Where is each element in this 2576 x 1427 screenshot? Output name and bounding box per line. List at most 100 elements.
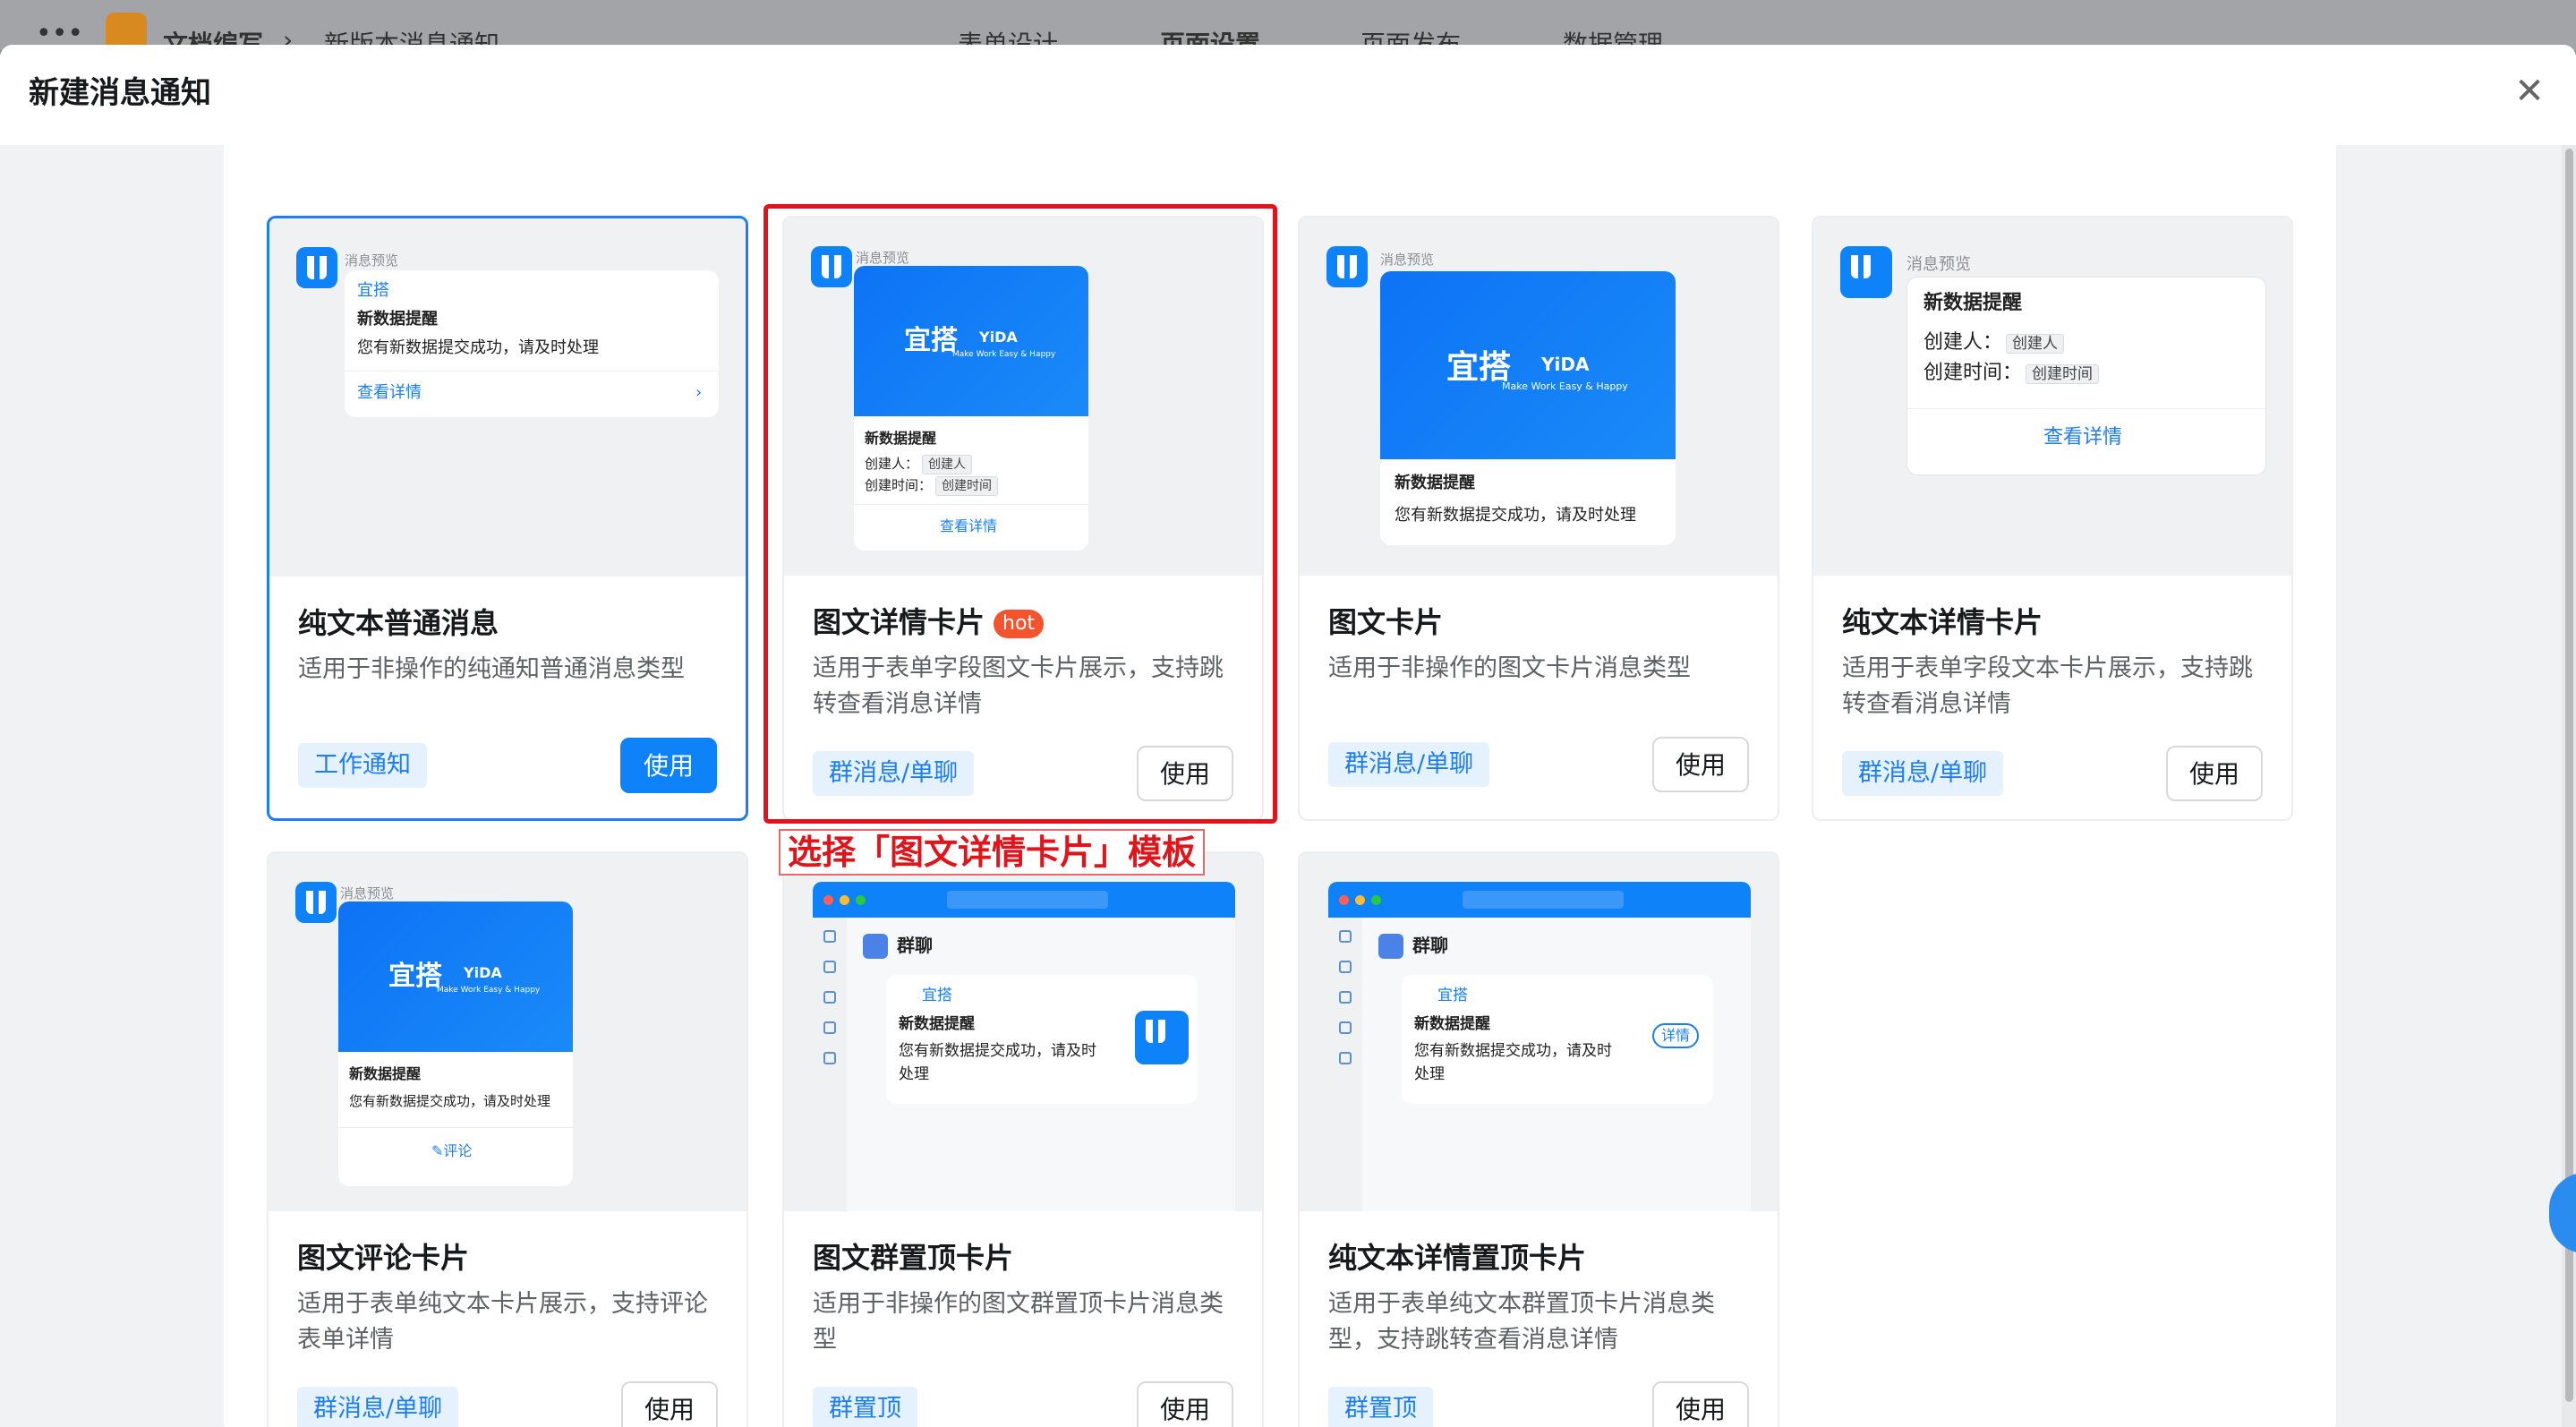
template-card-plain-text[interactable]: 消息预览 宜搭 新数据提醒 您有新数据提交成功，请及时处理 查看详情 › 纯文本…: [267, 216, 748, 821]
card-tag: 群消息/单聊: [1842, 751, 2004, 796]
window-titlebar: [1328, 882, 1751, 918]
card-tag: 群置顶: [1328, 1387, 1433, 1427]
template-card-text-detail-pin[interactable]: 群聊 宜搭 新数据提醒 您有新数据提交成功，请及时 处理 详情 纯文本详情置顶卡…: [1298, 851, 1779, 1427]
preview-msg-body: 您有新数据提交成功，请及时处理: [349, 1093, 551, 1109]
preview-msg-title: 新数据提醒: [1395, 474, 1475, 492]
banner-slogan: Make Work Easy & Happy: [437, 986, 541, 995]
card-desc: 适用于非操作的纯通知普通消息类型: [298, 655, 685, 683]
banner-brand-en: YiDA: [464, 964, 502, 981]
use-button[interactable]: 使用: [1652, 737, 1749, 792]
template-panel: 消息预览 宜搭 新数据提醒 您有新数据提交成功，请及时处理 查看详情 › 纯文本…: [224, 128, 2336, 1427]
search-icon: [947, 891, 1108, 909]
yida-logo-icon: [1326, 246, 1368, 287]
preview-msg-title: 新数据提醒: [349, 1065, 422, 1082]
preview-label: 消息预览: [1380, 252, 1435, 268]
preview-msg-body: 您有新数据提交成功，请及时处理: [357, 338, 599, 357]
preview-brand: 宜搭: [922, 987, 952, 1004]
template-card-image-comment[interactable]: 消息预览 宜搭 YiDA Make Work Easy & Happy 新数据提…: [267, 851, 748, 1427]
use-button[interactable]: 使用: [1652, 1381, 1749, 1427]
card-title: 纯文本详情置顶卡片: [1328, 1241, 1587, 1275]
preview-msg-title: 新数据提醒: [899, 1015, 975, 1033]
yida-banner: 宜搭 YiDA Make Work Easy & Happy: [1380, 271, 1676, 459]
use-button[interactable]: 使用: [2166, 746, 2263, 801]
group-avatar-icon: [863, 934, 888, 959]
preview-message-card: 宜搭 新数据提醒 您有新数据提交成功，请及时处理 查看详情 ›: [345, 270, 719, 417]
time-label: 创建时间：: [1923, 362, 2023, 384]
preview-label: 消息预览: [345, 252, 399, 269]
preview-message-card: 新数据提醒 创建人： 创建人 创建时间： 创建时间 查看详情: [1906, 277, 2266, 475]
preview-view-detail: 查看详情: [357, 383, 422, 402]
preview-chat-window: 群聊 宜搭 新数据提醒 您有新数据提交成功，请及时 处理: [813, 882, 1235, 1211]
card-title: 纯文本详情卡片: [1842, 605, 2043, 639]
card-preview: 消息预览 新数据提醒 创建人： 创建人 创建时间： 创建时间 查看详情: [1813, 218, 2291, 576]
preview-msg-title: 新数据提醒: [1414, 1015, 1490, 1033]
edit-icon: ✎: [431, 1142, 444, 1159]
yida-logo-icon: [1840, 246, 1892, 298]
yida-logo-icon: [1135, 1011, 1189, 1064]
preview-msg-body: 您有新数据提交成功，请及时: [899, 1042, 1096, 1060]
preview-view-detail: 查看详情: [2043, 426, 2123, 449]
group-chat-title: 群聊: [1412, 935, 1448, 956]
card-preview: 消息预览 宜搭 YiDA Make Work Easy & Happy 新数据提…: [269, 853, 746, 1211]
card-tag: 工作通知: [298, 743, 427, 788]
card-title: 图文卡片: [1328, 605, 1444, 639]
preview-message-card: 宜搭 YiDA Make Work Easy & Happy 新数据提醒 您有新…: [338, 901, 573, 1186]
close-icon[interactable]: ✕: [2504, 66, 2555, 116]
preview-pinned-card: 宜搭 新数据提醒 您有新数据提交成功，请及时 处理 详情: [1402, 975, 1713, 1104]
selection-highlight-box: [763, 204, 1277, 824]
yida-banner: 宜搭 YiDA Make Work Easy & Happy: [338, 901, 573, 1052]
background-app-bar: ••• 文档编写 › 新版本消息通知 表单设计 页面设置 页面发布 数据管理: [0, 0, 2576, 59]
preview-brand: 宜搭: [1437, 987, 1468, 1004]
preview-label: 消息预览: [340, 885, 395, 901]
template-card-image-group-pin[interactable]: 群聊 宜搭 新数据提醒 您有新数据提交成功，请及时 处理 图文群置顶卡片 适用于…: [782, 851, 1264, 1427]
modal-title: 新建消息通知: [29, 75, 211, 111]
card-preview: 群聊 宜搭 新数据提醒 您有新数据提交成功，请及时 处理: [784, 853, 1262, 1211]
banner-brand-en: YiDA: [1541, 354, 1590, 375]
template-card-text-detail[interactable]: 消息预览 新数据提醒 创建人： 创建人 创建时间： 创建时间 查看详情 纯文本详情卡…: [1812, 216, 2293, 821]
card-desc: 适用于非操作的图文卡片消息类型: [1328, 654, 1691, 682]
creator-label: 创建人：: [1923, 331, 2003, 354]
card-preview: 群聊 宜搭 新数据提醒 您有新数据提交成功，请及时 处理 详情: [1300, 853, 1778, 1211]
banner-brand: 宜搭: [388, 961, 442, 992]
preview-msg-body-wrap: 处理: [1414, 1065, 1445, 1083]
detail-pill: 详情: [1652, 1023, 1700, 1048]
card-desc: 适用于表单纯文本卡片展示，支持评论表单详情: [297, 1290, 708, 1354]
use-button[interactable]: 使用: [1137, 1381, 1233, 1427]
use-button[interactable]: 使用: [620, 738, 717, 793]
annotation-note: 选择「图文详情卡片」模板: [779, 829, 1206, 876]
creator-chip: 创建人: [2006, 334, 2065, 354]
search-icon: [1463, 891, 1624, 909]
preview-message-card: 宜搭 YiDA Make Work Easy & Happy 新数据提醒 您有新…: [1380, 271, 1676, 545]
template-card-image[interactable]: 消息预览 宜搭 YiDA Make Work Easy & Happy 新数据提…: [1298, 216, 1779, 821]
card-tag: 群置顶: [813, 1387, 917, 1427]
preview-msg-body: 您有新数据提交成功，请及时处理: [1395, 506, 1636, 525]
preview-pinned-card: 宜搭 新数据提醒 您有新数据提交成功，请及时 处理: [886, 975, 1198, 1104]
preview-label: 消息预览: [1906, 255, 1971, 274]
card-desc: 适用于非操作的图文群置顶卡片消息类型: [813, 1290, 1224, 1354]
preview-chat-window: 群聊 宜搭 新数据提醒 您有新数据提交成功，请及时 处理 详情: [1328, 882, 1751, 1211]
card-tag: 群消息/单聊: [1328, 742, 1490, 787]
chevron-right-icon: ›: [695, 383, 703, 402]
yida-logo-icon: [295, 882, 337, 923]
preview-msg-body: 您有新数据提交成功，请及时: [1414, 1042, 1612, 1060]
time-chip: 创建时间: [2026, 364, 2100, 384]
card-title: 图文评论卡片: [297, 1241, 470, 1275]
use-button[interactable]: 使用: [621, 1381, 718, 1427]
preview-comment: 评论: [443, 1142, 473, 1159]
preview-brand: 宜搭: [357, 281, 389, 300]
preview-msg-body-wrap: 处理: [899, 1065, 929, 1083]
group-chat-title: 群聊: [897, 935, 933, 956]
preview-msg-title: 新数据提醒: [1923, 292, 2023, 314]
preview-msg-title: 新数据提醒: [357, 310, 438, 329]
card-preview: 消息预览 宜搭 新数据提醒 您有新数据提交成功，请及时处理 查看详情 ›: [269, 218, 746, 577]
card-desc: 适用于表单字段文本卡片展示，支持跳转查看消息详情: [1842, 654, 2253, 718]
card-title: 图文群置顶卡片: [813, 1241, 1014, 1275]
yida-logo-icon: [296, 247, 337, 288]
group-avatar-icon: [1378, 934, 1403, 959]
card-tag: 群消息/单聊: [297, 1387, 459, 1427]
card-title: 纯文本普通消息: [298, 606, 499, 640]
card-preview: 消息预览 宜搭 YiDA Make Work Easy & Happy 新数据提…: [1300, 218, 1778, 576]
window-titlebar: [813, 882, 1235, 918]
window-sidebar: [813, 918, 847, 1211]
banner-slogan: Make Work Easy & Happy: [1502, 380, 1628, 392]
